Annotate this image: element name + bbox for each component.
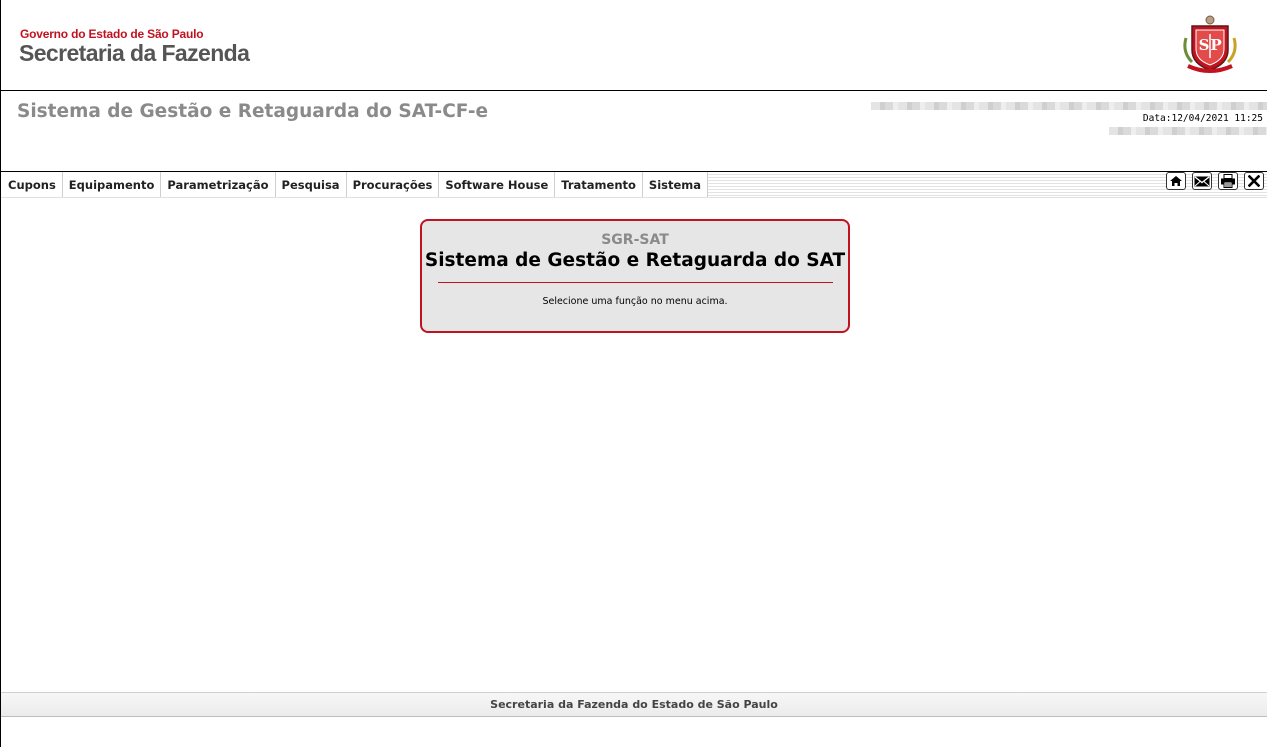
welcome-title: Sistema de Gestão e Retaguarda do SAT — [424, 250, 846, 271]
welcome-message: Selecione uma função no menu acima. — [542, 296, 728, 307]
system-band: Sistema de Gestão e Retaguarda do SAT-CF… — [1, 91, 1267, 172]
menu-item-pesquisa[interactable]: Pesquisa — [275, 172, 347, 197]
close-icon — [1248, 175, 1260, 187]
page-footer: Secretaria da Fazenda do Estado de São P… — [1, 692, 1267, 717]
home-button[interactable] — [1166, 172, 1186, 190]
welcome-divider — [437, 282, 833, 283]
menu-item-software-house[interactable]: Software House — [439, 172, 556, 197]
toolbar-icons — [1166, 172, 1264, 190]
top-header: Governo do Estado de São Paulo Secretari… — [1, 0, 1267, 91]
close-button[interactable] — [1244, 172, 1264, 190]
main-menu: Cupons Equipamento Parametrização Pesqui… — [1, 172, 1267, 198]
date-display: Data:12/04/2021 11:25 — [1143, 113, 1263, 124]
menu-item-equipamento[interactable]: Equipamento — [62, 172, 162, 197]
date-value: 12/04/2021 11:25 — [1171, 113, 1263, 124]
welcome-abbreviation: SGR-SAT — [601, 232, 669, 248]
mail-icon — [1194, 175, 1210, 186]
redacted-location-info — [1109, 127, 1267, 135]
date-label: Data: — [1142, 113, 1172, 124]
menu-item-parametrizacao[interactable]: Parametrização — [161, 172, 276, 197]
menu-item-procuracoes[interactable]: Procurações — [346, 172, 440, 197]
menu-item-cupons[interactable]: Cupons — [1, 172, 63, 197]
redacted-user-info — [871, 102, 1267, 110]
menu-items: Cupons Equipamento Parametrização Pesqui… — [1, 172, 709, 197]
government-label: Governo do Estado de São Paulo — [20, 27, 204, 41]
welcome-panel: SGR-SAT Sistema de Gestão e Retaguarda d… — [420, 219, 850, 333]
svg-text:P: P — [1210, 36, 1221, 54]
system-title: Sistema de Gestão e Retaguarda do SAT-CF… — [17, 101, 489, 122]
sp-state-coat-of-arms-icon: S P — [1183, 15, 1237, 73]
menu-item-tratamento[interactable]: Tratamento — [555, 172, 643, 197]
svg-text:S: S — [1199, 36, 1210, 54]
home-icon — [1170, 176, 1182, 186]
print-button[interactable] — [1218, 172, 1238, 190]
print-icon — [1221, 174, 1235, 188]
menu-item-sistema[interactable]: Sistema — [642, 172, 709, 197]
mail-button[interactable] — [1192, 172, 1212, 190]
page-frame: Governo do Estado de São Paulo Secretari… — [0, 0, 1267, 747]
secretariat-title: Secretaria da Fazenda — [19, 40, 250, 66]
